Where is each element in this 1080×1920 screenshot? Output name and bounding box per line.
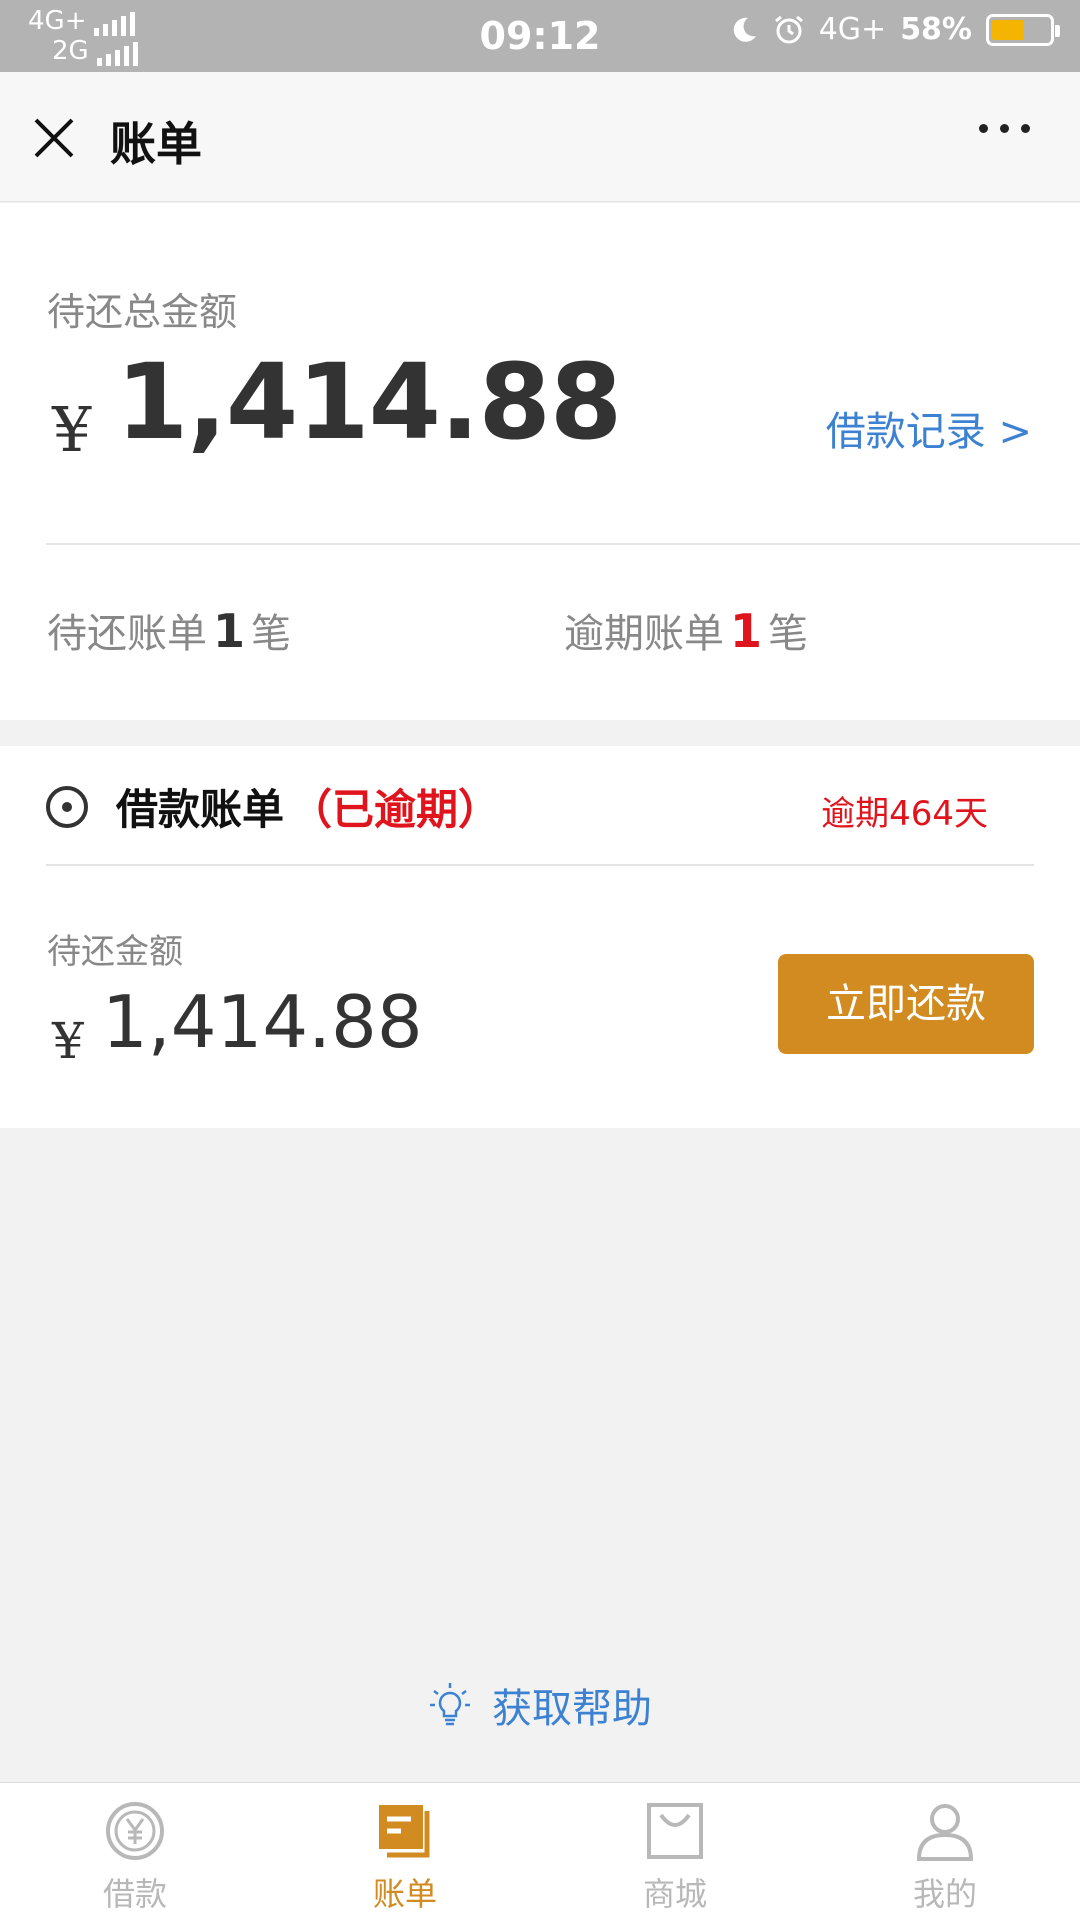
total-due-amount: 1,414.88: [116, 341, 622, 463]
status-bar: 4G+ 2G 09:12 4G+ 58%: [0, 0, 1080, 72]
tab-label: 商城: [642, 1875, 707, 1913]
shop-bag-icon: [647, 1803, 703, 1859]
network-type-3: 4G+: [818, 12, 887, 47]
total-due-label: 待还总金额: [47, 290, 238, 334]
overdue-bills-count: 逾期账单 1 笔: [564, 604, 809, 658]
nav-bar: 账单: [0, 72, 1080, 202]
tab-label: 账单: [372, 1875, 437, 1913]
battery-icon: [986, 13, 1060, 46]
more-options-icon[interactable]: [979, 124, 1030, 133]
moon-icon: [733, 17, 756, 42]
alarm-icon: [774, 15, 803, 43]
tab-bill[interactable]: 账单: [270, 1783, 540, 1920]
get-help-label: 获取帮助: [492, 1686, 652, 1732]
amount-due-label: 待还金额: [47, 932, 183, 972]
pending-count-number: 1: [213, 604, 246, 658]
page-title: 账单: [110, 117, 202, 171]
divider: [46, 543, 1080, 545]
summary-card: 待还总金额 ¥ 1,414.88 借款记录 > 待还账单 1 笔 逾期账单 1 笔: [0, 203, 1080, 720]
divider: [46, 864, 1034, 866]
bill-title: 借款账单: [116, 785, 285, 834]
get-help-link[interactable]: 获取帮助: [0, 1676, 1080, 1739]
bill-card[interactable]: 借款账单 （已逾期） 逾期464天 待还金额 ¥ 1,414.88 立即还款: [0, 746, 1080, 1128]
pending-bills-count: 待还账单 1 笔: [47, 604, 292, 658]
overdue-days: 逾期464天: [821, 794, 988, 834]
tab-label: 我的: [912, 1875, 977, 1913]
overdue-count-number: 1: [730, 604, 763, 658]
tab-label: 借款: [102, 1875, 167, 1913]
yen-circle-icon: [106, 1802, 164, 1860]
tab-loan[interactable]: 借款: [0, 1783, 270, 1920]
tab-me[interactable]: 我的: [810, 1783, 1080, 1920]
lightbulb-icon: [430, 1683, 470, 1726]
currency-symbol: ¥: [52, 1012, 84, 1070]
battery-percent: 58%: [900, 12, 972, 47]
close-icon[interactable]: [32, 116, 76, 160]
tab-shop[interactable]: 商城: [540, 1783, 810, 1920]
amount-due-value: 1,414.88: [102, 980, 423, 1064]
user-icon: [916, 1804, 974, 1861]
bottom-tab-bar: 借款 账单 商城 我的: [0, 1782, 1080, 1920]
loan-record-link[interactable]: 借款记录 >: [826, 399, 1032, 457]
repay-now-button[interactable]: 立即还款: [778, 954, 1034, 1054]
bill-status-icon: [46, 786, 88, 828]
overdue-status-label: （已逾期）: [290, 785, 501, 834]
currency-symbol: ¥: [52, 393, 92, 466]
bill-icon: [379, 1805, 430, 1858]
